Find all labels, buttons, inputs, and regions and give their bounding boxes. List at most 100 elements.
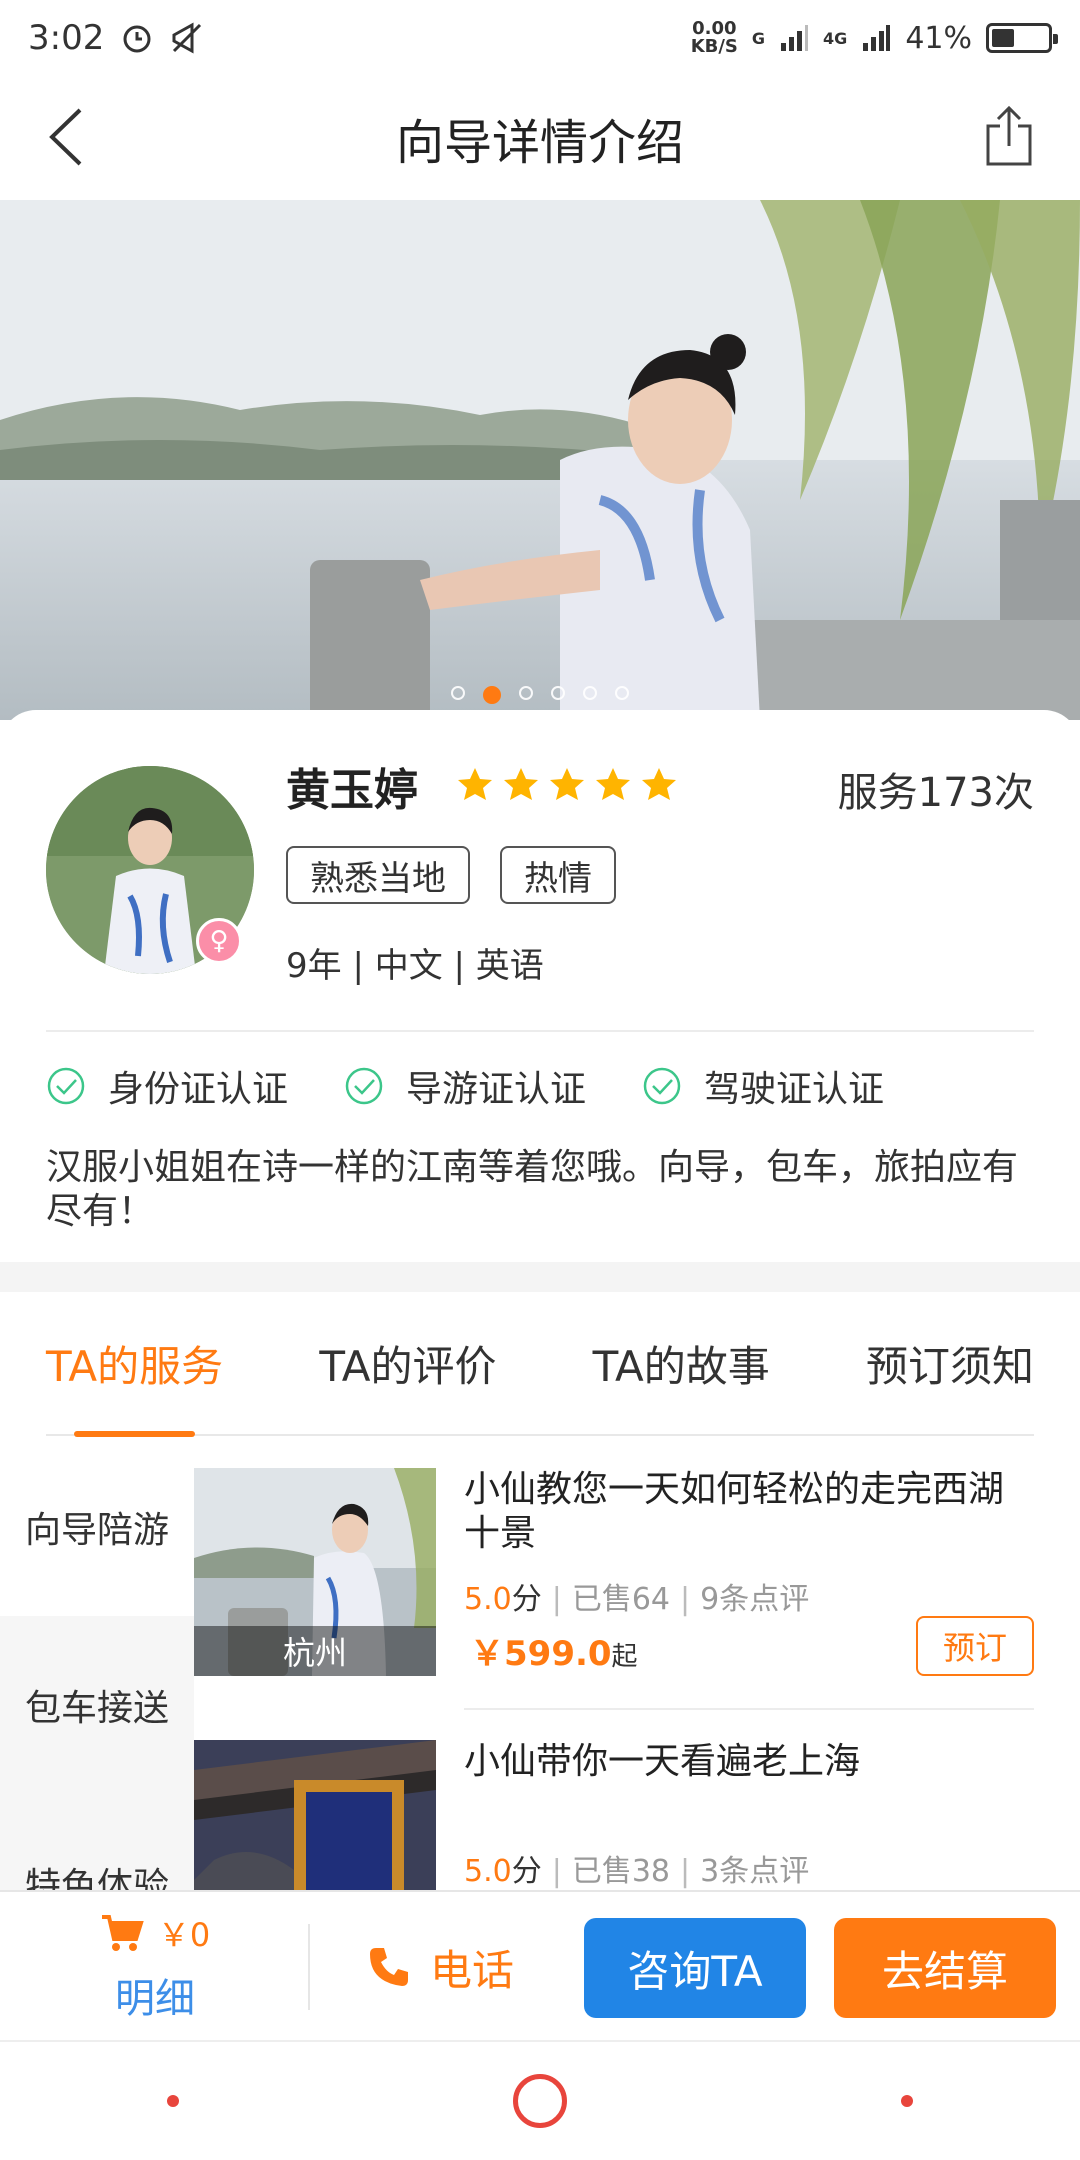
check-circle-icon <box>643 1067 681 1105</box>
divider <box>46 1030 1034 1032</box>
banner-dot[interactable] <box>451 686 465 700</box>
signal-4g-label: 4G <box>823 28 848 48</box>
service-stats: 5.0分 | 已售64 | 9条点评 <box>464 1574 809 1618</box>
star-icon <box>504 768 538 800</box>
service-reviews: 9条点评 <box>700 1582 810 1617</box>
stat-separator: | <box>551 1582 562 1617</box>
stat-separator: | <box>551 1854 562 1889</box>
service-count: 服务173次 <box>837 770 1034 816</box>
service-price: ￥599.0起 <box>470 1626 638 1675</box>
service-stats: 5.0分 | 已售38 | 3条点评 <box>464 1846 809 1890</box>
banner-dot[interactable] <box>483 686 501 704</box>
service-score: 5.0 <box>464 1854 512 1889</box>
certification-item: 导游证认证 <box>344 1060 586 1112</box>
banner-photo <box>0 200 1080 720</box>
banner-dot[interactable] <box>583 686 597 700</box>
rating-stars <box>456 766 678 804</box>
guide-tags: 熟悉当地 热情 <box>286 846 616 904</box>
category-item[interactable]: 向导陪游 <box>0 1438 194 1616</box>
service-price-suffix: 起 <box>611 1642 638 1672</box>
status-bar: 3:02 0.00 KB/S G 4G 41% <box>0 0 1080 76</box>
service-score-unit: 分 <box>511 1854 542 1889</box>
banner-pagination <box>0 686 1080 704</box>
category-item[interactable]: 包车接送 <box>0 1616 194 1794</box>
female-icon: ♀ <box>196 918 242 964</box>
battery-fill <box>992 29 1015 47</box>
cart-summary[interactable]: ￥0 明细 <box>90 1910 220 2024</box>
guide-meta: 9年 | 中文 | 英语 <box>286 946 544 986</box>
status-time: 3:02 <box>28 18 105 58</box>
alarm-icon <box>123 25 151 53</box>
service-reviews: 3条点评 <box>700 1854 810 1889</box>
phone-button[interactable]: 电话 <box>366 1922 514 2012</box>
star-icon <box>458 768 492 800</box>
guide-tag: 热情 <box>500 846 616 904</box>
book-button[interactable]: 预订 <box>916 1616 1034 1676</box>
star-icon <box>596 768 630 800</box>
divider <box>308 1924 310 2010</box>
guide-profile-card: ♀ 黄玉婷 服务173次 熟悉当地 热情 9年 | 中文 | 英语 身份证认证 导游… <box>0 710 1080 1262</box>
battery-icon <box>986 23 1058 53</box>
signal-g-label: G <box>751 28 766 48</box>
service-price-value: ￥599.0 <box>470 1634 612 1674</box>
stat-separator: | <box>680 1582 691 1617</box>
guide-name: 黄玉婷 <box>286 765 418 816</box>
service-title: 小仙带你一天看遍老上海 <box>464 1741 861 1782</box>
signal-4g-icon <box>863 25 891 51</box>
cart-icon <box>101 1915 144 1951</box>
checkout-button[interactable]: 去结算 <box>834 1918 1056 2018</box>
service-title: 小仙教您一天如何轻松的走完西湖十景 <box>464 1469 1005 1554</box>
cart-amount: ￥0 <box>157 1916 211 1954</box>
net-speed: 0.00 KB/S <box>690 18 738 57</box>
bottom-action-bar: ￥0 明细 电话 咨询TA 去结算 <box>0 1890 1080 2040</box>
check-circle-icon <box>47 1067 85 1105</box>
nav-header: 向导详情介绍 <box>0 76 1080 200</box>
service-sold: 已售64 <box>571 1582 671 1617</box>
guide-tag: 熟悉当地 <box>286 846 470 904</box>
banner-dot[interactable] <box>615 686 629 700</box>
certification-label: 导游证认证 <box>406 1069 587 1110</box>
consult-button[interactable]: 咨询TA <box>584 1918 806 2018</box>
system-navigation-bar <box>0 2040 1080 2160</box>
service-list: 杭州 小仙教您一天如何轻松的走完西湖十景 5.0分 | 已售64 | 9条点评 ￥599… <box>194 1438 1080 1890</box>
check-circle-icon <box>345 1067 383 1105</box>
certification-label: 身份证认证 <box>108 1069 289 1110</box>
service-thumbnail <box>194 1740 436 1890</box>
silent-icon <box>172 22 202 54</box>
star-icon <box>550 768 584 800</box>
certification-item: 身份证认证 <box>46 1060 288 1112</box>
guide-description: 汉服小姐姐在诗一样的江南等着您哦。向导，包车，旅拍应有尽有！ <box>46 1147 1019 1232</box>
service-category-menu: 向导陪游 包车接送 特色体验 <box>0 1438 194 1907</box>
banner-dot[interactable] <box>551 686 565 700</box>
tab-item[interactable]: TA的服务 <box>46 1291 223 1437</box>
certification-item: 驾驶证认证 <box>642 1060 884 1112</box>
back-arrow-icon[interactable] <box>36 102 106 172</box>
service-sold: 已售38 <box>571 1854 671 1889</box>
service-thumbnail: 杭州 <box>194 1468 436 1676</box>
tab-item[interactable]: TA的故事 <box>593 1291 770 1435</box>
star-icon <box>642 768 676 800</box>
nav-menu-button[interactable] <box>167 2095 179 2107</box>
tab-item[interactable]: 预订须知 <box>866 1291 1034 1435</box>
certifications: 身份证认证 导游证认证 驾驶证认证 <box>46 1060 884 1112</box>
battery-percent: 41% <box>905 20 972 56</box>
share-icon[interactable] <box>974 102 1044 172</box>
banner-dot[interactable] <box>519 686 533 700</box>
nav-home-button[interactable] <box>513 2074 567 2128</box>
tab-item[interactable]: TA的评价 <box>319 1291 496 1435</box>
service-item[interactable]: 小仙带你一天看遍老上海 5.0分 | 已售38 | 3条点评 <box>194 1710 1080 1890</box>
phone-label: 电话 <box>430 1945 515 1995</box>
cart-detail-link[interactable]: 明细 <box>90 1966 220 2024</box>
signal-icon <box>781 25 809 51</box>
service-city-label: 杭州 <box>194 1626 436 1676</box>
service-item[interactable]: 杭州 小仙教您一天如何轻松的走完西湖十景 5.0分 | 已售64 | 9条点评 ￥599… <box>194 1438 1080 1710</box>
detail-tabs: TA的服务 TA的评价 TA的故事 预订须知 <box>46 1291 1034 1437</box>
phone-icon <box>370 1948 408 1986</box>
certification-label: 驾驶证认证 <box>704 1069 885 1110</box>
service-score-unit: 分 <box>511 1582 542 1617</box>
page-title: 向导详情介绍 <box>395 115 684 171</box>
nav-back-button[interactable] <box>901 2095 913 2107</box>
thumbnail-photo <box>194 1740 436 1890</box>
service-score: 5.0 <box>464 1582 512 1617</box>
guide-photo-banner[interactable] <box>0 200 1080 720</box>
